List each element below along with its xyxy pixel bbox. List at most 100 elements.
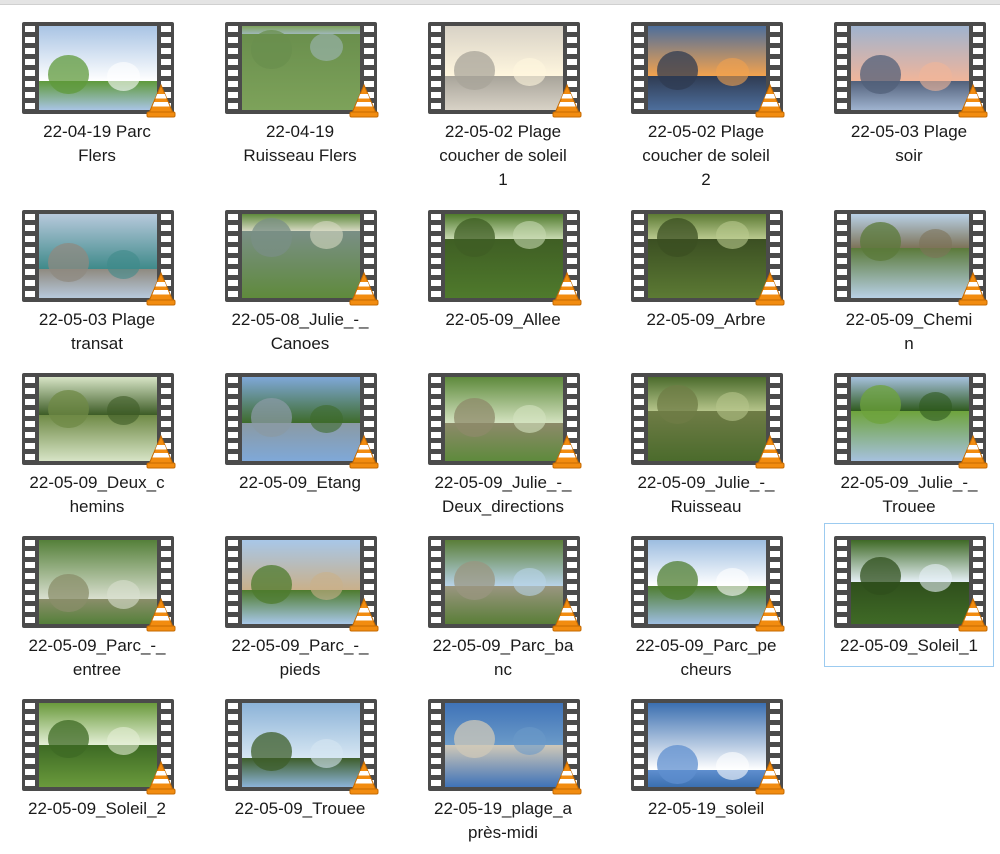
- video-file-item[interactable]: 22-05-09_Etang: [215, 360, 385, 504]
- video-file-item[interactable]: 22-05-09_Chemi n: [824, 197, 994, 365]
- vlc-cone-icon: [349, 597, 379, 632]
- video-thumbnail: [428, 22, 582, 118]
- film-sprockets: [25, 540, 35, 624]
- file-name-label: 22-05-09_Parc_-_ pieds: [231, 636, 369, 679]
- video-thumbnail: [834, 22, 988, 118]
- video-file-item[interactable]: 22-05-09_Arbre: [621, 197, 791, 341]
- vlc-cone-icon: [349, 271, 379, 306]
- vlc-cone-icon: [349, 434, 379, 469]
- file-name-label: 22-04-19 Ruisseau Flers: [243, 122, 357, 165]
- video-file-item[interactable]: 22-05-02 Plage coucher de soleil 1: [418, 9, 588, 201]
- film-sprockets: [25, 703, 35, 787]
- video-file-item[interactable]: 22-05-08_Julie_-_ Canoes: [215, 197, 385, 365]
- preview-image: [648, 703, 766, 787]
- file-name-label: 22-05-09_Julie_-_ Trouee: [840, 473, 978, 516]
- video-file-item[interactable]: 22-05-02 Plage coucher de soleil 2: [621, 9, 791, 201]
- vlc-cone-icon: [958, 434, 988, 469]
- video-thumbnail: [428, 373, 582, 469]
- file-grid: 22-04-19 Parc Flers 22-04-19 Ruisseau Fle…: [0, 0, 1000, 842]
- film-sprockets: [634, 214, 644, 298]
- video-thumbnail: [428, 536, 582, 632]
- file-name-label: 22-05-09_Chemi n: [845, 310, 973, 353]
- video-file-item[interactable]: 22-04-19 Ruisseau Flers: [215, 9, 385, 177]
- video-file-item[interactable]: 22-05-09_Parc_pe cheurs: [621, 523, 791, 691]
- vlc-cone-icon: [552, 597, 582, 632]
- file-name-label: 22-05-09_Trouee: [234, 799, 366, 818]
- video-file-item[interactable]: 22-05-09_Parc_ba nc: [418, 523, 588, 691]
- preview-image: [242, 703, 360, 787]
- video-file-item[interactable]: 22-05-03 Plage transat: [12, 197, 182, 365]
- preview-image: [445, 214, 563, 298]
- video-file-item[interactable]: 22-05-09_Parc_-_ pieds: [215, 523, 385, 691]
- preview-image: [242, 214, 360, 298]
- vlc-cone-icon: [958, 83, 988, 118]
- file-name-label: 22-05-03 Plage transat: [38, 310, 156, 353]
- vlc-cone-icon: [755, 597, 785, 632]
- video-file-item[interactable]: 22-05-09_Julie_-_ Trouee: [824, 360, 994, 528]
- vlc-cone-icon: [552, 271, 582, 306]
- video-thumbnail: [631, 210, 785, 306]
- vlc-cone-icon: [146, 271, 176, 306]
- file-name-label: 22-05-09_Parc_ba nc: [432, 636, 574, 679]
- film-sprockets: [634, 703, 644, 787]
- preview-image: [445, 377, 563, 461]
- video-thumbnail: [834, 210, 988, 306]
- vlc-cone-icon: [958, 271, 988, 306]
- film-sprockets: [431, 703, 441, 787]
- video-thumbnail: [631, 373, 785, 469]
- file-name-label: 22-05-02 Plage coucher de soleil 2: [642, 122, 770, 189]
- video-file-item[interactable]: 22-05-09_Julie_-_ Deux_directions: [418, 360, 588, 528]
- film-sprockets: [228, 703, 238, 787]
- video-file-item[interactable]: 22-05-09_Trouee: [215, 686, 385, 830]
- file-name-label: 22-05-09_Arbre: [646, 310, 766, 329]
- video-file-item[interactable]: 22-05-03 Plage soir: [824, 9, 994, 177]
- preview-image: [648, 214, 766, 298]
- preview-image: [242, 540, 360, 624]
- film-sprockets: [431, 214, 441, 298]
- file-name-label: 22-05-09_Soleil_2: [28, 799, 166, 818]
- film-sprockets: [228, 214, 238, 298]
- video-thumbnail: [22, 22, 176, 118]
- preview-image: [445, 703, 563, 787]
- video-file-item[interactable]: 22-05-09_Soleil_2: [12, 686, 182, 830]
- video-file-item[interactable]: 22-05-19_soleil: [621, 686, 791, 830]
- film-sprockets: [431, 540, 441, 624]
- file-name-label: 22-05-19_soleil: [647, 799, 765, 818]
- video-thumbnail: [225, 22, 379, 118]
- file-name-label: 22-05-19_plage_a près-midi: [433, 799, 572, 842]
- video-file-item[interactable]: 22-05-09_Deux_c hemins: [12, 360, 182, 528]
- video-thumbnail: [225, 210, 379, 306]
- vlc-cone-icon: [755, 434, 785, 469]
- video-file-item[interactable]: 22-05-09_Julie_-_ Ruisseau: [621, 360, 791, 528]
- film-sprockets: [837, 26, 847, 110]
- vlc-cone-icon: [349, 760, 379, 795]
- video-file-item[interactable]: 22-05-09_Soleil_1: [824, 523, 994, 667]
- preview-image: [851, 540, 969, 624]
- preview-image: [39, 703, 157, 787]
- video-thumbnail: [834, 536, 988, 632]
- vlc-cone-icon: [755, 271, 785, 306]
- vlc-cone-icon: [146, 434, 176, 469]
- preview-image: [445, 540, 563, 624]
- film-sprockets: [228, 540, 238, 624]
- film-sprockets: [634, 377, 644, 461]
- file-name-label: 22-05-09_Deux_c hemins: [29, 473, 165, 516]
- preview-image: [39, 26, 157, 110]
- video-thumbnail: [225, 699, 379, 795]
- file-name-label: 22-05-08_Julie_-_ Canoes: [231, 310, 369, 353]
- file-name-label: 22-05-03 Plage soir: [850, 122, 968, 165]
- video-file-item[interactable]: 22-05-09_Allee: [418, 197, 588, 341]
- file-name-label: 22-05-09_Parc_pe cheurs: [635, 636, 777, 679]
- film-sprockets: [228, 377, 238, 461]
- video-file-item[interactable]: 22-04-19 Parc Flers: [12, 9, 182, 177]
- film-sprockets: [25, 26, 35, 110]
- vlc-cone-icon: [552, 760, 582, 795]
- video-file-item[interactable]: 22-05-19_plage_a près-midi: [418, 686, 588, 854]
- film-sprockets: [25, 214, 35, 298]
- film-sprockets: [837, 214, 847, 298]
- vlc-cone-icon: [552, 83, 582, 118]
- vlc-cone-icon: [146, 597, 176, 632]
- preview-image: [648, 540, 766, 624]
- preview-image: [851, 26, 969, 110]
- video-file-item[interactable]: 22-05-09_Parc_-_ entree: [12, 523, 182, 691]
